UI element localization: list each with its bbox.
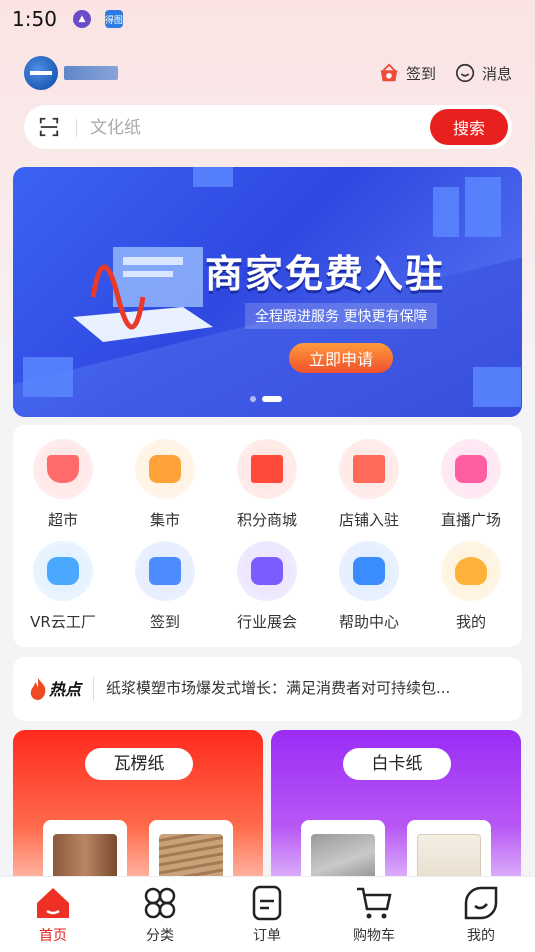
grid-item-mine[interactable]: 我的 bbox=[421, 541, 521, 632]
category-grid-icon bbox=[144, 887, 176, 919]
banner-title: 商家免费入驻 bbox=[205, 252, 446, 296]
news-headline[interactable]: 纸浆模塑市场爆发式增长：满足消费者对可持续包... bbox=[106, 677, 506, 698]
search-bar: 搜索 bbox=[24, 105, 512, 149]
user-profile-icon bbox=[441, 541, 501, 601]
grid-label: 帮助中心 bbox=[338, 613, 399, 631]
apply-now-button[interactable]: 立即申请 bbox=[289, 343, 393, 373]
grid-item-exhibition[interactable]: 行业展会 bbox=[217, 541, 317, 632]
carousel-indicator bbox=[250, 396, 288, 402]
calendar-icon bbox=[135, 541, 195, 601]
grid-label: 超市 bbox=[47, 511, 78, 529]
promo-banner[interactable]: 商家免费入驻 全程跟进服务 更快更有保障 立即申请 bbox=[13, 167, 522, 417]
carousel-dot-active[interactable] bbox=[262, 396, 282, 402]
grid-label: 直播广场 bbox=[440, 511, 501, 529]
hot-badge: 热点 bbox=[49, 680, 82, 699]
category-title: 白卡纸 bbox=[343, 748, 451, 780]
shopping-cart-icon bbox=[357, 887, 392, 919]
tab-category[interactable]: 分类 bbox=[120, 883, 200, 945]
search-input[interactable] bbox=[88, 113, 422, 143]
grid-item-points-mall[interactable]: 积分商城 bbox=[217, 439, 317, 530]
exhibition-icon bbox=[237, 541, 297, 601]
tab-cart[interactable]: 购物车 bbox=[334, 883, 414, 945]
laptop-illustration-icon bbox=[73, 247, 213, 342]
grid-item-store-join[interactable]: 店铺入驻 bbox=[319, 439, 419, 530]
grid-item-live-plaza[interactable]: 直播广场 bbox=[421, 439, 521, 530]
feature-grid: 超市 集市 积分商城 店铺入驻 直播广场 VR云工厂 签到 行业展会 帮助中心 … bbox=[13, 425, 522, 647]
checkin-button[interactable]: 签到 bbox=[378, 62, 436, 84]
grid-item-vr-factory[interactable]: VR云工厂 bbox=[13, 541, 113, 632]
logo-wordmark bbox=[64, 66, 118, 80]
grid-label: 积分商城 bbox=[236, 511, 297, 529]
category-card-white-card[interactable]: 白卡纸 bbox=[271, 730, 521, 890]
tab-label: 分类 bbox=[146, 928, 174, 944]
grid-label: VR云工厂 bbox=[30, 613, 96, 631]
gift-box-icon bbox=[237, 439, 297, 499]
search-button[interactable]: 搜索 bbox=[430, 109, 508, 145]
carousel-dot[interactable] bbox=[250, 396, 256, 402]
order-document-icon bbox=[252, 885, 282, 921]
scan-icon[interactable] bbox=[38, 116, 60, 138]
banner-cube-decoration bbox=[23, 357, 73, 397]
grid-label: 签到 bbox=[149, 613, 180, 631]
category-card-corrugated[interactable]: 瓦楞纸 bbox=[13, 730, 263, 890]
status-bar: 1:50 ▲ 得图 bbox=[0, 0, 535, 38]
tab-orders[interactable]: 订单 bbox=[227, 883, 307, 945]
banner-subtitle: 全程跟进服务 更快更有保障 bbox=[245, 303, 438, 329]
banner-cube-decoration bbox=[465, 177, 501, 237]
grid-label: 我的 bbox=[455, 613, 486, 631]
search-divider bbox=[76, 119, 77, 137]
logo-globe-icon bbox=[24, 56, 58, 90]
hot-news-ticker[interactable]: 热点 纸浆模塑市场爆发式增长：满足消费者对可持续包... bbox=[13, 657, 522, 721]
tab-label: 首页 bbox=[39, 928, 67, 944]
home-icon bbox=[37, 888, 69, 918]
messages-button[interactable]: 消息 bbox=[454, 62, 512, 84]
grid-item-checkin[interactable]: 签到 bbox=[115, 541, 215, 632]
checkin-gift-icon bbox=[380, 63, 398, 82]
banner-cube-decoration bbox=[193, 167, 233, 187]
robot-notification-icon: ▲ bbox=[72, 10, 91, 28]
checkin-label: 签到 bbox=[406, 64, 437, 83]
messages-label: 消息 bbox=[482, 64, 513, 83]
app-notification-icon: 得图 bbox=[104, 10, 123, 28]
tab-home[interactable]: 首页 bbox=[13, 883, 93, 945]
supermarket-basket-icon bbox=[33, 439, 93, 499]
tab-label: 订单 bbox=[253, 928, 281, 944]
tab-label: 购物车 bbox=[353, 928, 395, 944]
grid-label: 集市 bbox=[149, 511, 180, 529]
grid-item-help-center[interactable]: 帮助中心 bbox=[319, 541, 419, 632]
brand-logo[interactable] bbox=[24, 56, 124, 90]
storefront-icon bbox=[339, 439, 399, 499]
app-header: 签到 消息 bbox=[0, 50, 535, 96]
profile-leaf-icon bbox=[464, 886, 498, 920]
message-bubble-icon bbox=[456, 63, 475, 83]
vr-headset-icon bbox=[33, 541, 93, 601]
grid-item-market[interactable]: 集市 bbox=[115, 439, 215, 530]
flame-icon bbox=[30, 678, 46, 700]
bottom-tab-bar: 首页 分类 订单 购物车 我的 bbox=[0, 876, 535, 952]
banner-cube-decoration bbox=[433, 187, 459, 237]
news-divider bbox=[93, 677, 94, 701]
banner-cube-decoration bbox=[473, 367, 521, 407]
grid-label: 店铺入驻 bbox=[338, 511, 399, 529]
grid-label: 行业展会 bbox=[236, 613, 297, 631]
grid-item-supermarket[interactable]: 超市 bbox=[13, 439, 113, 530]
category-title: 瓦楞纸 bbox=[85, 748, 193, 780]
tab-label: 我的 bbox=[467, 928, 495, 944]
tab-mine[interactable]: 我的 bbox=[441, 883, 521, 945]
status-time: 1:50 bbox=[12, 7, 57, 31]
live-play-icon bbox=[441, 439, 501, 499]
market-bag-icon bbox=[135, 439, 195, 499]
help-chat-icon bbox=[339, 541, 399, 601]
